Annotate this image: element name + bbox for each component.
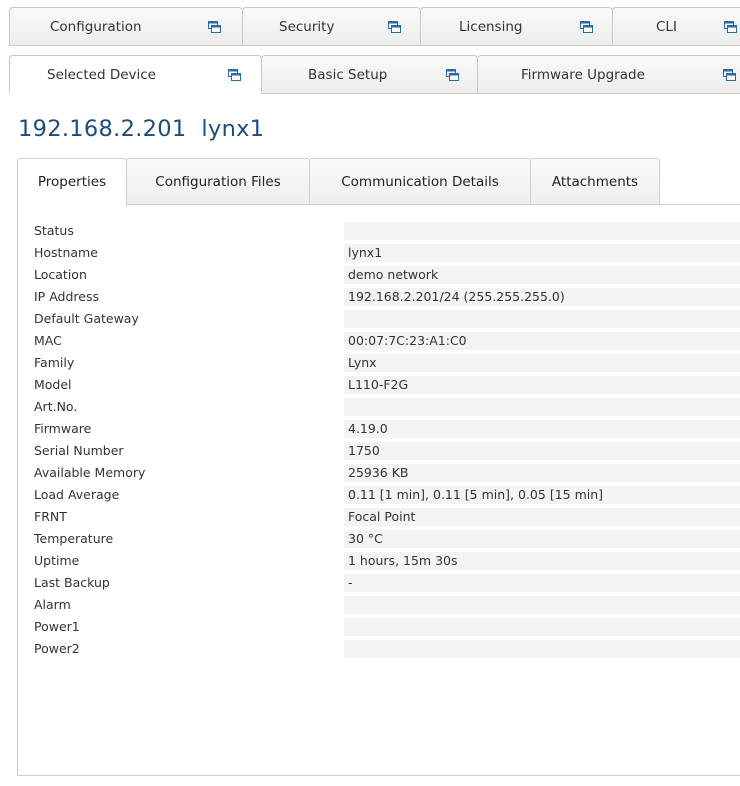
property-key: Alarm: [34, 597, 71, 612]
property-key: Power1: [34, 619, 80, 634]
property-row: MAC 00:07:7C:23:A1:C0: [18, 331, 740, 351]
top-tab-bar: Configuration Security Licensing CLI: [9, 7, 740, 46]
tab-configuration[interactable]: Configuration: [9, 7, 243, 46]
tab-communication-details[interactable]: Communication Details: [309, 158, 531, 205]
property-key: Load Average: [34, 487, 120, 502]
tab-configuration-files[interactable]: Configuration Files: [126, 158, 310, 205]
property-value: [344, 310, 740, 328]
property-tab-bar: Properties Configuration Files Communica…: [17, 158, 717, 206]
property-value: [344, 596, 740, 614]
property-row: IP Address 192.168.2.201/24 (255.255.255.…: [18, 287, 740, 307]
tab-basic-setup-label: Basic Setup: [308, 67, 388, 83]
tab-selected-device-label: Selected Device: [47, 67, 156, 83]
property-key: Model: [34, 377, 72, 392]
property-row: Firmware 4.19.0: [18, 419, 740, 439]
property-value: 1750: [344, 442, 740, 460]
property-value: 4.19.0: [344, 420, 740, 438]
tab-licensing[interactable]: Licensing: [420, 7, 613, 46]
property-row: Family Lynx: [18, 353, 740, 373]
property-row: Alarm: [18, 595, 740, 615]
tab-security[interactable]: Security: [242, 7, 421, 46]
property-value: 25936 KB: [344, 464, 740, 482]
property-value: [344, 640, 740, 658]
tab-firmware-upgrade-label: Firmware Upgrade: [521, 67, 645, 83]
property-value: 192.168.2.201/24 (255.255.255.0): [344, 288, 740, 306]
property-key: Firmware: [34, 421, 92, 436]
property-value: 0.11 [1 min], 0.11 [5 min], 0.05 [15 min…: [344, 486, 740, 504]
property-key: IP Address: [34, 289, 99, 304]
property-value: demo network: [344, 266, 740, 284]
property-value: Focal Point: [344, 508, 740, 526]
property-value: [344, 618, 740, 636]
property-row: Last Backup -: [18, 573, 740, 593]
tab-properties[interactable]: Properties: [17, 158, 127, 206]
window-icon[interactable]: [208, 21, 221, 33]
window-icon[interactable]: [228, 69, 241, 81]
property-value: [344, 398, 740, 416]
window-icon[interactable]: [724, 21, 737, 33]
property-value: L110-F2G: [344, 376, 740, 394]
property-row: Default Gateway: [18, 309, 740, 329]
property-key: Uptime: [34, 553, 80, 568]
tab-selected-device[interactable]: Selected Device: [9, 55, 262, 94]
property-value: lynx1: [344, 244, 740, 262]
property-row: Art.No.: [18, 397, 740, 417]
property-key: Status: [34, 223, 74, 238]
property-value: 30 °C: [344, 530, 740, 548]
property-key: Last Backup: [34, 575, 110, 590]
property-value: 00:07:7C:23:A1:C0: [344, 332, 740, 350]
property-row: Temperature 30 °C: [18, 529, 740, 549]
property-value: -: [344, 574, 740, 592]
window-icon[interactable]: [723, 69, 736, 81]
property-key: Available Memory: [34, 465, 146, 480]
property-key: Location: [34, 267, 87, 282]
property-row: Uptime 1 hours, 15m 30s: [18, 551, 740, 571]
property-row: Hostname lynx1: [18, 243, 740, 263]
window-icon[interactable]: [446, 69, 459, 81]
tab-security-label: Security: [279, 19, 335, 35]
property-key: Family: [34, 355, 75, 370]
property-key: Hostname: [34, 245, 98, 260]
property-row: Power1: [18, 617, 740, 637]
tab-basic-setup[interactable]: Basic Setup: [261, 55, 478, 94]
property-key: Default Gateway: [34, 311, 139, 326]
tab-cli-label: CLI: [656, 19, 677, 35]
property-key: Serial Number: [34, 443, 124, 458]
window-icon[interactable]: [580, 21, 593, 33]
property-value: Lynx: [344, 354, 740, 372]
property-row: FRNT Focal Point: [18, 507, 740, 527]
tab-firmware-upgrade[interactable]: Firmware Upgrade: [477, 55, 740, 94]
device-title: 192.168.2.201 lynx1: [18, 116, 265, 142]
tab-licensing-label: Licensing: [459, 19, 523, 35]
property-key: MAC: [34, 333, 62, 348]
property-row: Location demo network: [18, 265, 740, 285]
second-tab-bar: Selected Device Basic Setup Firmware Upg…: [9, 55, 740, 94]
properties-panel: Status Hostname lynx1 Location demo network I…: [17, 204, 740, 776]
window-icon[interactable]: [388, 21, 401, 33]
property-row: Model L110-F2G: [18, 375, 740, 395]
property-row: Available Memory 25936 KB: [18, 463, 740, 483]
tab-configuration-label: Configuration: [50, 19, 142, 35]
property-value: 1 hours, 15m 30s: [344, 552, 740, 570]
property-row: Load Average 0.11 [1 min], 0.11 [5 min], …: [18, 485, 740, 505]
property-value: [344, 222, 740, 240]
property-key: Power2: [34, 641, 80, 656]
property-key: FRNT: [34, 509, 67, 524]
property-row: Status: [18, 221, 740, 241]
property-row: Serial Number 1750: [18, 441, 740, 461]
tab-attachments[interactable]: Attachments: [530, 158, 660, 205]
tab-cli[interactable]: CLI: [612, 7, 740, 46]
property-key: Temperature: [34, 531, 114, 546]
property-key: Art.No.: [34, 399, 78, 414]
property-row: Power2: [18, 639, 740, 659]
